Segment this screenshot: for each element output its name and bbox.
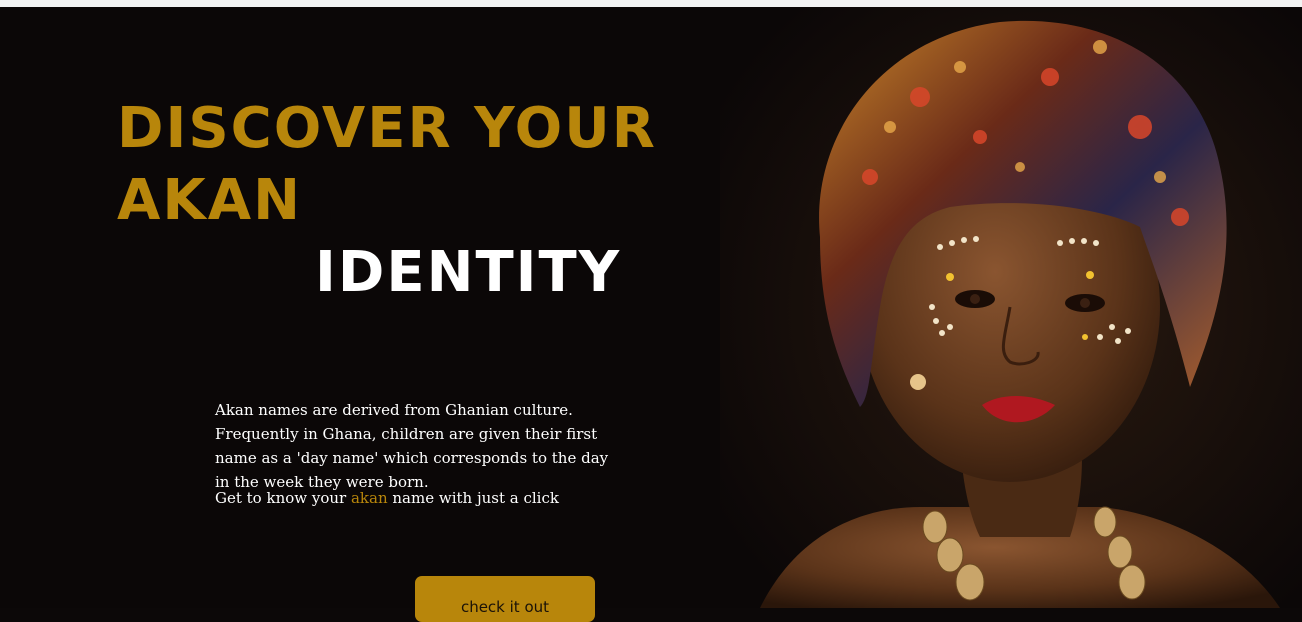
headline-line-akan: AKAN xyxy=(117,168,302,233)
headline-line-identity: IDENTITY xyxy=(315,240,622,305)
intro-paragraph: Akan names are derived from Ghanian cult… xyxy=(215,401,609,491)
cta-highlight: akan xyxy=(350,489,388,507)
cta-suffix: name with just a click xyxy=(387,489,559,507)
cta-text: Get to know your akan name with just a c… xyxy=(215,486,559,510)
headline-line-discover: DISCOVER YOUR xyxy=(117,96,657,161)
check-it-out-button[interactable]: check it out xyxy=(415,576,595,622)
hero-headline: DISCOVER YOUR AKAN IDENTITY xyxy=(117,93,657,309)
cta-prefix: Get to know your xyxy=(215,489,351,507)
portrait-image xyxy=(720,7,1302,608)
